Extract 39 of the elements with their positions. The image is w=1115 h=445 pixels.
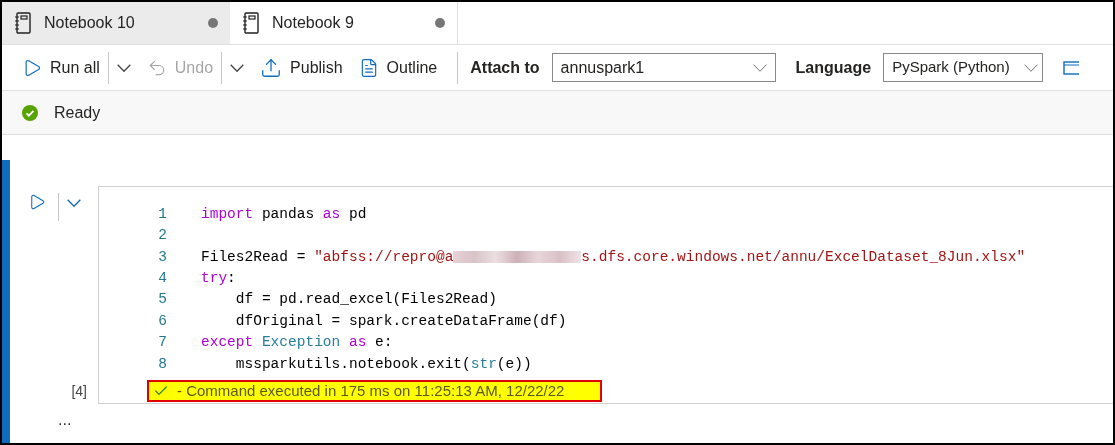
status-text: Ready [54,102,101,123]
line-number: 6 [157,311,167,331]
caret-icon [116,63,131,72]
upload-icon [260,56,283,79]
run-all-button[interactable]: Run all [14,51,108,84]
notebook-icon [242,12,260,34]
execution-result: - Command executed in 175 ms on 11:25:13 AM, 12/22/22 [147,380,603,402]
code-line: dfOriginal = spark.createDataFrame(df) [234,311,567,331]
line-number: 4 [157,269,167,288]
caret-icon [230,63,245,72]
line-number: 8 [157,354,167,374]
caret-icon [752,63,767,72]
code-line: Files2Read = "abfss://repro@a s.dfs.core.windows.net/annu/ExcelDataset_8Jun.xlsx" [201,247,1026,267]
code-cell[interactable] [98,186,1113,404]
check-circle-icon [22,104,38,121]
code-line: import pandas as pd [201,204,367,224]
line-number: 1 [157,204,167,224]
caret-icon [1024,63,1039,72]
line-number: 7 [157,333,167,353]
execution-count: [4] [70,381,87,401]
more-ellipsis[interactable]: ... [58,408,1113,432]
language-label: Language [795,57,872,78]
line-number: 2 [157,226,167,246]
code-line: try: [201,269,236,288]
notebook-icon [14,12,32,34]
attach-label: Attach to [470,57,540,78]
code-line: df = pd.read_excel(Files2Read) [234,290,497,310]
attach-dropdown[interactable]: annuspark1 [551,53,776,82]
line-number: 5 [157,290,167,310]
variables-icon[interactable] [1063,59,1080,76]
publish-button[interactable]: Publish [252,51,351,84]
outline-button[interactable]: Outline [350,51,446,84]
line-number: 3 [157,247,167,267]
language-dropdown[interactable]: PySpark (Python) [883,53,1044,82]
notebook-tab[interactable]: Notebook 10 [2,2,230,44]
code-line: mssparkutils.notebook.exit(str(e)) [234,354,532,374]
code-line: except Exception as e: [201,333,393,353]
caret-icon [67,199,81,207]
play-icon [28,193,46,211]
